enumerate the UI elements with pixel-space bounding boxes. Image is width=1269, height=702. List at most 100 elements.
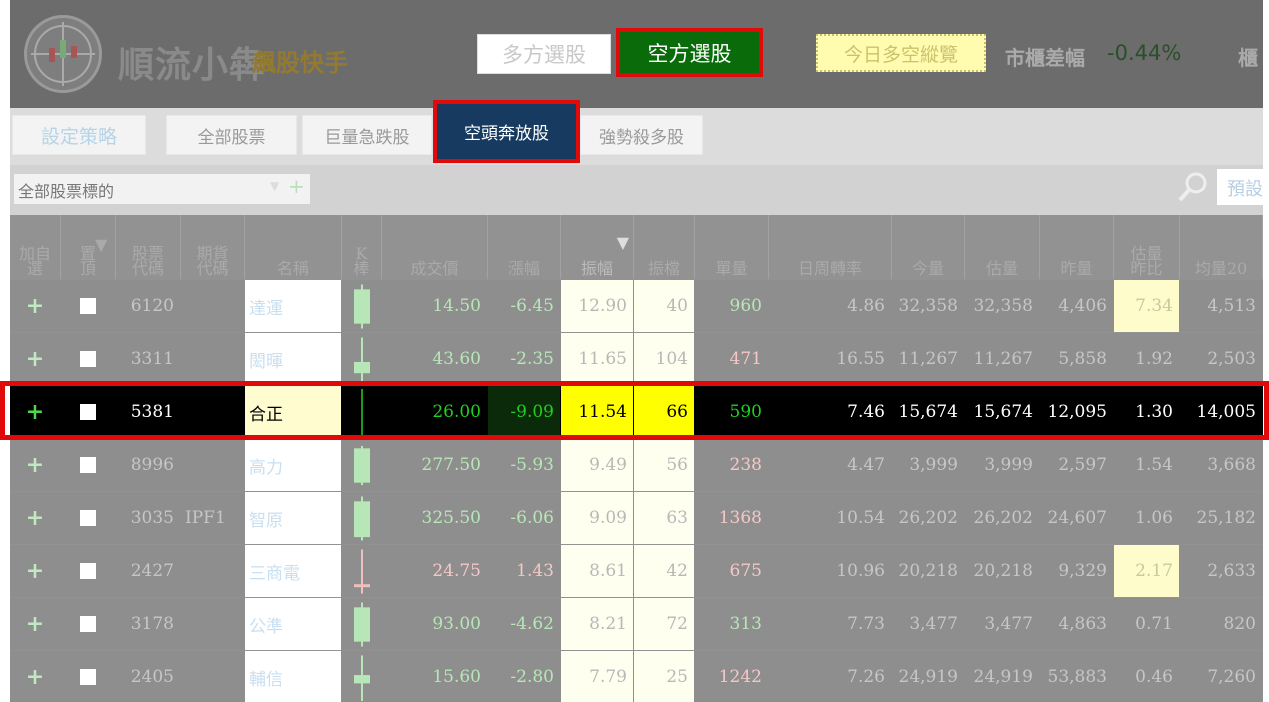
bull-select-button[interactable]: 多方選股 xyxy=(477,34,611,74)
column-header-last-price[interactable]: 成交價 xyxy=(382,215,488,279)
est-vs-yday-cell: 1.06 xyxy=(1135,508,1173,528)
checkbox-icon[interactable] xyxy=(80,669,96,685)
column-header-change-pct[interactable]: 漲幅 xyxy=(488,215,561,279)
tab-set-strategy[interactable]: 設定策略 xyxy=(12,115,146,155)
stock-name-cell[interactable]: 三商電 xyxy=(245,545,341,597)
turnover-rate-cell: 4.47 xyxy=(847,455,885,475)
column-header-turnover-rate[interactable]: 日周轉率 xyxy=(769,215,892,279)
checkbox-icon[interactable] xyxy=(80,563,96,579)
stock-name-cell[interactable]: 達運 xyxy=(245,280,341,332)
column-header-name[interactable]: 名稱 xyxy=(245,215,342,279)
volume-estimate-cell: 3,477 xyxy=(984,614,1033,634)
turnover-rate-cell: 7.73 xyxy=(847,614,885,634)
est-vs-yday-cell: 1.54 xyxy=(1135,455,1173,475)
search-icon[interactable] xyxy=(1176,170,1210,204)
preset-button[interactable]: 預設 xyxy=(1217,169,1263,205)
futures-code-cell: IPF1 xyxy=(185,508,226,528)
est-vs-yday-cell: 0.71 xyxy=(1135,614,1173,634)
futures-code-cell xyxy=(181,333,244,385)
column-header-k-bar[interactable]: K棒 xyxy=(342,215,382,279)
market-diff-label: 市櫃差幅 xyxy=(1005,46,1085,70)
pin-checkbox[interactable] xyxy=(61,492,115,544)
stock-universe-select[interactable]: 全部股票標的 xyxy=(14,174,310,204)
tab-huge-volume-drop[interactable]: 巨量急跌股 xyxy=(302,115,432,155)
bear-select-button[interactable]: 空方選股 xyxy=(616,28,763,77)
add-watchlist-icon[interactable]: + xyxy=(10,439,60,491)
column-header-amplitude[interactable]: 振幅 ▼ xyxy=(561,215,634,279)
column-header-stock-code[interactable]: 股票 代碼 xyxy=(116,215,181,279)
futures-code-cell xyxy=(181,280,244,332)
tab-strong-kill[interactable]: 強勢殺多股 xyxy=(580,115,703,155)
overview-button[interactable]: 今日多空縱覽 xyxy=(816,34,986,72)
column-header-text: 頂 xyxy=(79,259,96,278)
column-header-volume-yesterday[interactable]: 昨量 xyxy=(1040,215,1114,279)
amp-ticks-cell: 25 xyxy=(634,651,694,702)
avg-volume-20-cell: 3,668 xyxy=(1207,455,1256,475)
last-price-cell: 15.60 xyxy=(432,667,481,687)
column-header-text: 振幅 xyxy=(580,259,613,278)
checkbox-icon[interactable] xyxy=(80,404,96,420)
stock-name-cell[interactable]: 智原 xyxy=(245,492,341,544)
checkbox-icon[interactable] xyxy=(80,616,96,632)
column-header-volume-today[interactable]: 今量 xyxy=(892,215,965,279)
column-header-amp-ticks[interactable]: 振檔 xyxy=(634,215,695,279)
stock-code-cell: 3311 xyxy=(130,349,174,369)
pin-checkbox[interactable] xyxy=(61,386,115,438)
add-watchlist-icon[interactable]: + xyxy=(10,280,60,332)
column-header-add-watch[interactable]: 加自選 xyxy=(10,215,61,279)
turnover-rate-cell: 7.46 xyxy=(769,386,891,438)
add-watchlist-icon[interactable]: + xyxy=(10,386,60,438)
column-header-est-vs-yday[interactable]: 估量 昨比 xyxy=(1114,215,1180,279)
column-header-avg-volume-20[interactable]: 均量20 xyxy=(1180,215,1263,279)
est-vs-yday-cell: 2.17 xyxy=(1114,545,1179,597)
stock-code-cell: 5381 xyxy=(116,386,180,438)
pin-checkbox[interactable] xyxy=(61,333,115,385)
app-subtitle: 飆股快手 xyxy=(252,49,348,77)
checkbox-icon[interactable] xyxy=(80,510,96,526)
tab-bear-release[interactable]: 空頭奔放股 xyxy=(433,100,580,163)
avg-volume-20-cell: 7,260 xyxy=(1207,667,1256,687)
add-watchlist-icon[interactable]: + xyxy=(10,545,60,597)
avg-volume-20-cell: 14,005 xyxy=(1180,386,1262,438)
volume-yesterday-cell: 5,858 xyxy=(1058,349,1107,369)
est-vs-yday-cell: 1.92 xyxy=(1135,349,1173,369)
checkbox-icon[interactable] xyxy=(80,298,96,314)
pin-checkbox[interactable] xyxy=(61,545,115,597)
last-price-cell: 24.75 xyxy=(432,561,481,581)
add-watchlist-icon[interactable]: + xyxy=(10,492,60,544)
volume-yesterday-cell: 12,095 xyxy=(1040,386,1113,438)
avg-volume-20-cell: 25,182 xyxy=(1196,508,1256,528)
column-header-volume-estimate[interactable]: 估量 xyxy=(965,215,1040,279)
last-price-cell: 26.00 xyxy=(382,386,487,438)
stock-name-cell[interactable]: 公準 xyxy=(245,598,341,650)
stock-name-cell[interactable]: 輔信 xyxy=(245,651,341,702)
stock-name-cell[interactable]: 合正 xyxy=(245,386,341,438)
tab-all-stocks[interactable]: 全部股票 xyxy=(166,115,297,155)
stock-name-cell[interactable]: 高力 xyxy=(245,439,341,491)
turnover-rate-cell: 16.55 xyxy=(836,349,885,369)
pin-checkbox[interactable] xyxy=(61,598,115,650)
add-filter-icon[interactable]: + xyxy=(288,174,305,198)
column-header-text: 今量 xyxy=(911,259,944,278)
chevron-down-icon[interactable]: ▼ xyxy=(270,179,279,193)
volume-yesterday-cell: 4,406 xyxy=(1058,296,1107,316)
pin-checkbox[interactable] xyxy=(61,651,115,702)
column-header-futures-code[interactable]: 期貨 代碼 xyxy=(181,215,245,279)
stock-name-cell[interactable]: 閎暉 xyxy=(245,333,341,385)
column-header-text: 均量20 xyxy=(1194,259,1248,278)
checkbox-icon[interactable] xyxy=(80,351,96,367)
add-watchlist-icon[interactable]: + xyxy=(10,651,60,702)
column-header-text: 選 xyxy=(26,259,43,278)
avg-volume-20-cell: 2,633 xyxy=(1207,561,1256,581)
amplitude-cell: 8.21 xyxy=(561,598,633,650)
add-watchlist-icon[interactable]: + xyxy=(10,598,60,650)
candlestick-icon xyxy=(342,545,381,597)
checkbox-icon[interactable] xyxy=(80,457,96,473)
pin-checkbox[interactable] xyxy=(61,439,115,491)
column-header-pin-top[interactable]: 置頂 ▼ xyxy=(61,215,116,279)
column-header-single-volume[interactable]: 單量 xyxy=(695,215,769,279)
pin-checkbox[interactable] xyxy=(61,280,115,332)
amp-ticks-cell: 72 xyxy=(634,598,694,650)
candlestick-icon xyxy=(342,333,381,385)
add-watchlist-icon[interactable]: + xyxy=(10,333,60,385)
